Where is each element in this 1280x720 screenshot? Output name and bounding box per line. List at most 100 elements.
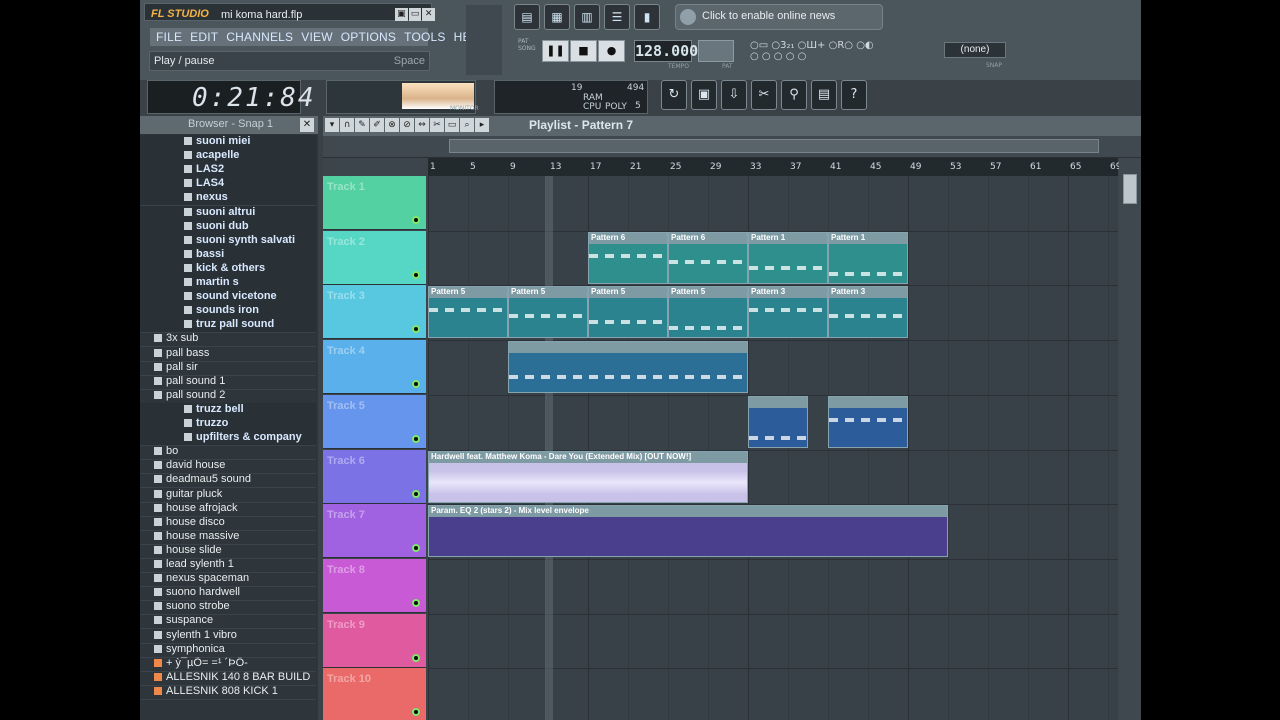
browser-item[interactable]: house slide: [140, 544, 316, 559]
browser-item[interactable]: nexus spaceman: [140, 572, 316, 588]
track-mute-led[interactable]: [412, 325, 420, 334]
delete-icon[interactable]: ⊗: [385, 118, 399, 132]
track-header[interactable]: Track 9: [323, 613, 426, 668]
mute-icon[interactable]: ⊘: [400, 118, 414, 132]
browser-item[interactable]: guitar pluck: [140, 488, 316, 503]
pat-song-switch[interactable]: PAT SONG: [518, 38, 538, 64]
track-header[interactable]: Track 8: [323, 558, 426, 613]
browser-item[interactable]: ALLESNIK 140 8 BAR BUILD: [140, 671, 316, 686]
pattern-clip[interactable]: Pattern 1: [748, 231, 828, 284]
minimize-icon[interactable]: ▭: [408, 8, 422, 21]
track-mute-led[interactable]: [412, 653, 420, 662]
browser-item[interactable]: suono hardwell: [140, 586, 316, 602]
recording-options[interactable]: ○▭ ○3₂₁ ○Ш+ ○R○ ○◐ ○ ○ ○ ○ ○: [750, 40, 950, 74]
save-icon[interactable]: ▣: [691, 80, 717, 110]
browser-item[interactable]: david house: [140, 459, 316, 475]
vertical-scrollbar[interactable]: [1119, 158, 1141, 720]
pattern-clip[interactable]: Pattern 3: [828, 286, 908, 339]
track-header[interactable]: Track 7: [323, 504, 426, 559]
browser-item[interactable]: pall bass: [140, 347, 316, 362]
song-time-display[interactable]: 0:21:84: [147, 80, 314, 114]
song-mode-label[interactable]: SONG: [518, 45, 538, 52]
track-header[interactable]: Track 2: [323, 230, 426, 285]
browser-item[interactable]: house afrojack: [140, 502, 316, 517]
track-mute-led[interactable]: [412, 434, 420, 443]
export-icon[interactable]: ⇩: [721, 80, 747, 110]
browser-item[interactable]: symphonica: [140, 643, 316, 658]
browser-item[interactable]: nexus: [140, 191, 316, 207]
track-header[interactable]: Track 3: [323, 285, 426, 340]
track-mute-led[interactable]: [412, 598, 420, 607]
track-header[interactable]: Track 1: [323, 176, 426, 230]
track-mute-led[interactable]: [412, 544, 420, 553]
track-mute-led[interactable]: [412, 270, 420, 279]
browser-item[interactable]: sound vicetone: [140, 290, 316, 306]
browser-item[interactable]: LAS2: [140, 163, 316, 179]
menu-arrow-icon[interactable]: ▾: [325, 118, 339, 132]
pattern-clip[interactable]: [828, 395, 908, 448]
browser-item[interactable]: bo: [140, 445, 316, 461]
pattern-clip[interactable]: Pattern 5: [588, 286, 668, 339]
playlist-window-icon[interactable]: ▤: [514, 4, 540, 30]
pattern-clip[interactable]: Pattern 5: [428, 286, 508, 339]
pattern-selector[interactable]: [698, 40, 734, 62]
pattern-clip[interactable]: [508, 341, 748, 394]
playlist-grid[interactable]: Pattern 6 Pattern 6 Pattern 1 Pattern 1 Patt…: [428, 176, 1118, 720]
track-mute-led[interactable]: [412, 489, 420, 498]
pattern-clip[interactable]: Pattern 6: [588, 231, 668, 284]
magnet-icon[interactable]: ∩: [340, 118, 354, 132]
browser-item[interactable]: suono strobe: [140, 600, 316, 616]
pattern-clip[interactable]: [748, 395, 808, 448]
browser-item[interactable]: house massive: [140, 530, 316, 545]
menu-file[interactable]: FILE: [156, 28, 182, 46]
track-header[interactable]: Track 6: [323, 449, 426, 504]
browser-item[interactable]: suoni dub: [140, 219, 316, 235]
browser-item[interactable]: pall sir: [140, 361, 316, 376]
track-mute-led[interactable]: [412, 216, 420, 224]
news-panel[interactable]: Click to enable online news: [675, 4, 883, 30]
master-volume-slider[interactable]: [466, 5, 502, 75]
browser-item[interactable]: pall sound 1: [140, 375, 316, 390]
track-mute-led[interactable]: [412, 380, 420, 389]
menu-channels[interactable]: CHANNELS: [226, 28, 293, 46]
stop-button[interactable]: ■: [570, 40, 597, 62]
pattern-clip[interactable]: Hardwell feat. Matthew Koma - Dare You (…: [428, 450, 748, 503]
menu-view[interactable]: VIEW: [301, 28, 332, 46]
slice-icon[interactable]: ✂: [430, 118, 444, 132]
mixer-window-icon[interactable]: ▮: [634, 4, 660, 30]
playhead[interactable]: [545, 176, 553, 720]
select-icon[interactable]: ▭: [445, 118, 459, 132]
play-icon[interactable]: ▸: [475, 118, 489, 132]
browser-item[interactable]: suoni altrui: [140, 205, 316, 221]
step-sequencer-icon[interactable]: ▦: [544, 4, 570, 30]
restore-icon[interactable]: ▣: [395, 8, 408, 21]
pattern-clip[interactable]: Pattern 5: [668, 286, 748, 339]
track-header[interactable]: Track 4: [323, 340, 426, 395]
browser-item[interactable]: suspance: [140, 614, 316, 630]
menu-edit[interactable]: EDIT: [190, 28, 218, 46]
draw-icon[interactable]: ✎: [355, 118, 369, 132]
pattern-clip[interactable]: Pattern 5: [508, 286, 588, 339]
browser-item[interactable]: bassi: [140, 247, 316, 263]
pat-mode-label[interactable]: PAT: [518, 38, 538, 45]
track-mute-led[interactable]: [412, 708, 420, 717]
browser-item[interactable]: acapelle: [140, 149, 316, 165]
browser-item[interactable]: truzzo: [140, 417, 316, 432]
time-ruler[interactable]: 1 5 9 13 17 21 25 29 33 37 41 45 49 53 57 61 65 69: [428, 158, 1121, 176]
browser-item[interactable]: deadmau5 sound: [140, 473, 316, 489]
track-header[interactable]: Track 5: [323, 394, 426, 449]
pattern-clip[interactable]: Param. EQ 2 (stars 2) - Mix level envelo…: [428, 505, 948, 558]
browser-item[interactable]: LAS4: [140, 177, 316, 193]
browser-close-icon[interactable]: ✕: [300, 118, 314, 132]
browser-window-icon[interactable]: ☰: [604, 4, 630, 30]
paint-icon[interactable]: ✐: [370, 118, 384, 132]
scroll-thumb[interactable]: [1123, 174, 1137, 204]
record-button[interactable]: ●: [598, 40, 625, 62]
undo-icon[interactable]: ↻: [661, 80, 687, 110]
menu-tools[interactable]: TOOLS: [404, 28, 445, 46]
pattern-clip[interactable]: Pattern 1: [828, 231, 908, 284]
browser-item[interactable]: lead sylenth 1: [140, 558, 316, 573]
search-icon[interactable]: ⚲: [781, 80, 807, 110]
pattern-clip[interactable]: Pattern 6: [668, 231, 748, 284]
snap-select[interactable]: (none): [944, 42, 1006, 58]
